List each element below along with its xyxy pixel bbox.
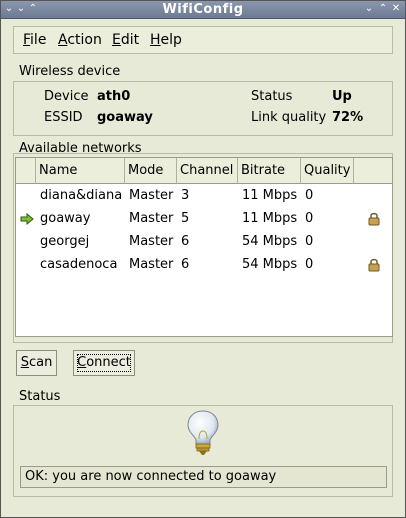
menu-help-label: elp xyxy=(160,32,182,48)
menu-help-mnemonic: H xyxy=(150,32,161,48)
cell-name: diana&diana xyxy=(40,188,123,203)
menu-edit-label: dit xyxy=(120,32,140,48)
essid-label: ESSID xyxy=(44,110,83,125)
cell-bitrate: 54 Mbps xyxy=(242,257,298,272)
title-bar: ⌄ ⌄ ⌃ WifiConfig ⌄ ⌃ ✕ xyxy=(1,1,405,19)
connect-button-label: onnect xyxy=(86,355,131,370)
scan-button-mnemonic: S xyxy=(20,355,29,370)
menu-edit-mnemonic: E xyxy=(112,32,121,48)
device-value: ath0 xyxy=(97,89,131,104)
menu-help[interactable]: Help xyxy=(150,32,182,48)
status-value: Up xyxy=(332,89,352,104)
column-header-bitrate[interactable]: Bitrate xyxy=(238,158,301,184)
link-quality-label: Link quality xyxy=(251,110,327,125)
status-message: OK: you are now connected to goaway xyxy=(20,466,387,488)
cell-quality: 0 xyxy=(305,257,314,272)
cell-name: georgej xyxy=(40,234,90,249)
cell-quality: 0 xyxy=(305,234,314,249)
table-row[interactable]: diana&diana Master 3 11 Mbps 0 xyxy=(16,185,392,208)
minimize-icon[interactable]: ⌄ xyxy=(363,2,375,16)
maximize-icon[interactable]: ⌃ xyxy=(377,2,389,16)
status-label: Status xyxy=(251,89,293,104)
cell-quality: 0 xyxy=(305,188,314,203)
lock-icon xyxy=(368,257,380,272)
lightbulb-graphic xyxy=(187,410,219,455)
column-header-quality[interactable]: Quality xyxy=(301,158,354,184)
cell-mode: Master xyxy=(129,257,174,272)
table-row[interactable]: casadenoca Master 6 54 Mbps 0 xyxy=(16,254,392,277)
cell-bitrate: 54 Mbps xyxy=(242,234,298,249)
menu-action-mnemonic: A xyxy=(58,32,68,48)
status-heading: Status xyxy=(19,389,61,404)
table-row[interactable]: georgej Master 6 54 Mbps 0 xyxy=(16,231,392,254)
shade-up-icon[interactable]: ⌃ xyxy=(27,2,39,16)
connect-button[interactable]: Connect xyxy=(73,350,135,376)
close-icon[interactable]: ✕ xyxy=(390,2,402,16)
menu-file-mnemonic: F xyxy=(23,32,31,48)
column-header-mode[interactable]: Mode xyxy=(125,158,177,184)
cell-mode: Master xyxy=(129,234,174,249)
cell-channel: 6 xyxy=(181,234,190,249)
cell-channel: 5 xyxy=(181,211,190,226)
cell-quality: 0 xyxy=(305,211,314,226)
networks-table: Name Mode Channel Bitrate Quality diana&… xyxy=(15,157,393,337)
scan-button-label: can xyxy=(28,355,53,370)
link-quality-value: 72% xyxy=(332,110,364,125)
column-header-channel[interactable]: Channel xyxy=(177,158,238,184)
column-header-name[interactable]: Name xyxy=(36,158,125,184)
cell-mode: Master xyxy=(129,211,174,226)
menu-bar: File Action Edit Help xyxy=(13,26,393,54)
cell-bitrate: 11 Mbps xyxy=(242,188,298,203)
cell-name: casadenoca xyxy=(40,257,118,272)
column-header-lock[interactable] xyxy=(354,158,392,184)
cell-channel: 6 xyxy=(181,257,190,272)
window-title: WifiConfig xyxy=(162,2,244,17)
connected-arrow-icon xyxy=(20,212,34,226)
menu-file[interactable]: File xyxy=(23,32,46,48)
menu-edit[interactable]: Edit xyxy=(112,32,139,48)
shade-down-icon[interactable]: ⌄ xyxy=(15,2,27,16)
wireless-device-heading: Wireless device xyxy=(19,64,121,79)
connect-button-mnemonic: C xyxy=(77,355,87,370)
device-label: Device xyxy=(44,89,89,104)
lock-icon xyxy=(368,211,380,226)
menu-action-label: ction xyxy=(67,32,102,48)
menu-file-label: ile xyxy=(30,32,47,48)
menu-action[interactable]: Action xyxy=(58,32,102,48)
wificonfig-window: ⌄ ⌄ ⌃ WifiConfig ⌄ ⌃ ✕ File Action Edit … xyxy=(0,0,406,518)
lightbulb-icon xyxy=(185,409,221,457)
cell-name: goaway xyxy=(40,211,91,226)
cell-bitrate: 11 Mbps xyxy=(242,211,298,226)
window-menu-icon[interactable]: ⌄ xyxy=(3,2,15,16)
scan-button[interactable]: Scan xyxy=(16,350,57,376)
table-row[interactable]: goaway Master 5 11 Mbps 0 xyxy=(16,208,392,231)
column-header-status[interactable] xyxy=(16,158,36,184)
cell-mode: Master xyxy=(129,188,174,203)
essid-value: goaway xyxy=(97,110,153,125)
cell-channel: 3 xyxy=(181,188,190,203)
